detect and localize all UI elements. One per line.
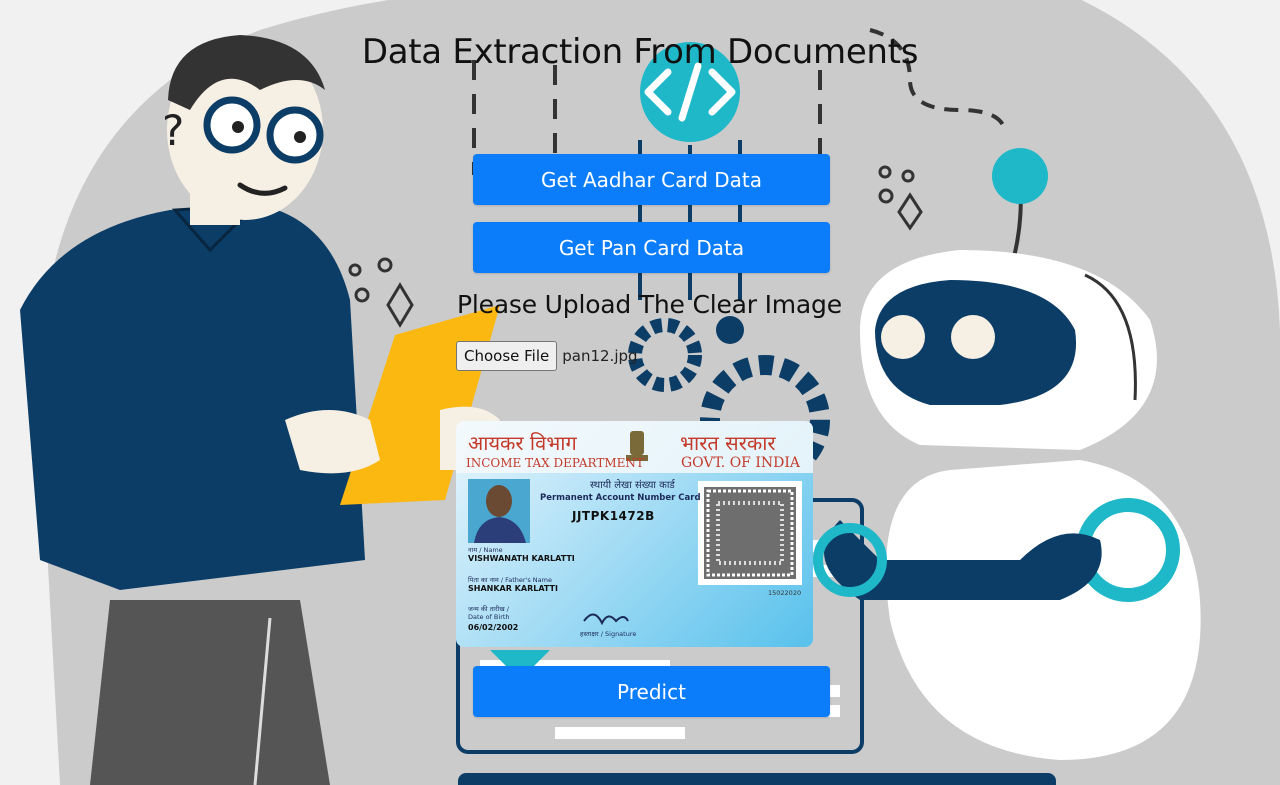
photo <box>468 479 530 543</box>
uploaded-image-preview: आयकर विभाग भारत सरकार INCOME TAX DEPARTM… <box>456 421 813 647</box>
dob-label-hindi: जन्म की तारीख / <box>468 605 509 613</box>
father-name: SHANKAR KARLATTI <box>468 584 558 593</box>
government-name: GOVT. OF INDIA <box>681 455 800 471</box>
issue-code: 15022020 <box>768 589 802 597</box>
name-label: नाम / Name <box>468 546 503 554</box>
page-title: Data Extraction From Documents <box>361 32 919 72</box>
dob-label: Date of Birth <box>468 613 510 621</box>
hindi-department: आयकर विभाग <box>468 431 577 455</box>
upload-label: Please Upload The Clear Image <box>457 290 842 319</box>
department-name: INCOME TAX DEPARTMENT <box>466 456 644 470</box>
card-title: Permanent Account Number Card <box>540 493 701 503</box>
predict-button[interactable]: Predict <box>473 666 830 717</box>
cardholder-name: VISHWANATH KARLATTI <box>468 554 575 563</box>
file-input[interactable]: Choose File pan12.jpg <box>456 341 638 371</box>
hindi-card-title: स्थायी लेखा संख्या कार्ड <box>590 480 675 491</box>
get-aadhar-card-data-button[interactable]: Get Aadhar Card Data <box>473 154 830 205</box>
selected-file-name: pan12.jpg <box>562 347 638 365</box>
signature-label: हस्ताक्षर / Signature <box>580 630 637 638</box>
father-name-label: पिता का नाम / Father's Name <box>468 576 552 584</box>
qr-code-icon <box>698 481 802 585</box>
choose-file-button[interactable]: Choose File <box>456 341 558 371</box>
pan-number: JJTPK1472B <box>572 509 655 523</box>
svg-text:?: ? <box>162 106 184 155</box>
get-pan-card-data-button[interactable]: Get Pan Card Data <box>473 222 830 273</box>
hindi-government: भारत सरकार <box>680 431 776 455</box>
date-of-birth: 06/02/2002 <box>468 623 519 632</box>
